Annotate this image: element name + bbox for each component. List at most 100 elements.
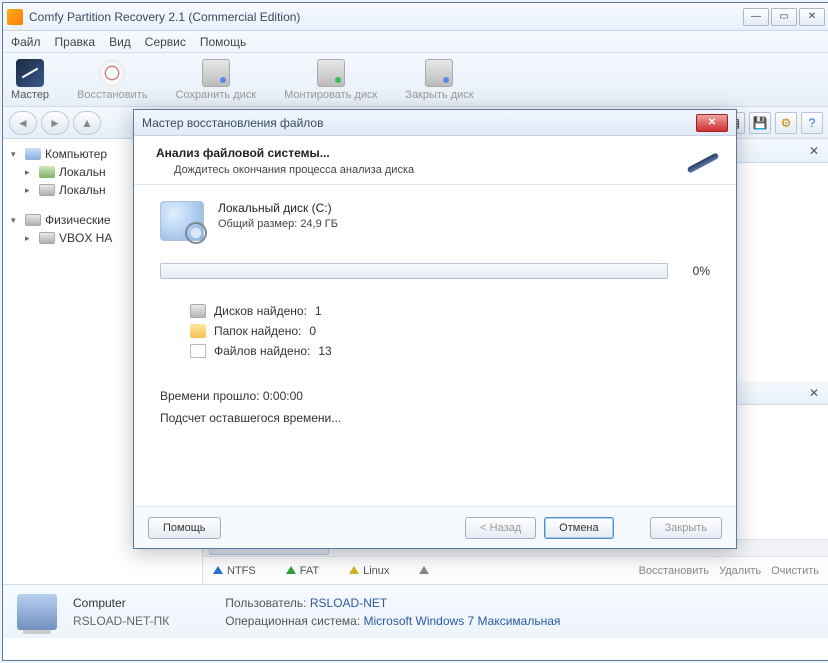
toolbar-close-disk: Закрыть диск — [405, 59, 473, 101]
collapse-icon: ▾ — [11, 149, 21, 160]
drive-icon — [39, 232, 55, 244]
nav-settings[interactable]: ⚙ — [775, 112, 797, 134]
disks-found-value: 1 — [315, 304, 322, 318]
files-found-label: Файлов найдено: — [214, 344, 310, 358]
window-title: Comfy Partition Recovery 2.1 (Commercial… — [29, 10, 743, 24]
stat-folders: Папок найдено: 0 — [190, 321, 710, 341]
drive-save-icon — [202, 59, 230, 87]
toolbar-recover: Восстановить — [77, 59, 147, 101]
wand-icon — [16, 59, 44, 87]
expand-icon: ▸ — [25, 233, 35, 244]
dialog-subheading: Дождитесь окончания процесса анализа дис… — [156, 164, 720, 176]
time-remaining: Подсчет оставшегося времени... — [160, 411, 710, 425]
minimize-button[interactable]: — — [743, 8, 769, 26]
nav-fwd[interactable]: ► — [41, 111, 69, 135]
nav-help[interactable]: ? — [801, 112, 823, 134]
statusbar: Computer RSLOAD-NET-ПК Пользователь: RSL… — [3, 584, 828, 638]
cancel-button[interactable]: Отмена — [544, 517, 613, 539]
status-computer-label: Computer — [73, 596, 169, 610]
drive-mount-icon — [317, 59, 345, 87]
tree-local1-label: Локальн — [59, 165, 106, 179]
close-preview-icon[interactable]: ✕ — [809, 144, 819, 158]
drive-size: Общий размер: 24,9 ГБ — [218, 218, 338, 230]
toolbar-wizard-label: Мастер — [11, 89, 49, 101]
legend-other — [419, 565, 433, 577]
close-options-icon[interactable]: ✕ — [809, 386, 819, 400]
maximize-button[interactable]: ▭ — [771, 8, 797, 26]
dialog-heading: Анализ файловой системы... — [156, 146, 720, 160]
drive-name: Локальный диск (C:) — [218, 201, 338, 215]
action-clear[interactable]: Очистить — [771, 565, 819, 577]
folder-icon — [190, 324, 206, 338]
computer-icon — [25, 148, 41, 160]
nav-save[interactable]: 💾 — [749, 112, 771, 134]
tree-physical-label: Физические — [45, 213, 111, 227]
legend-linux: Linux — [349, 565, 389, 577]
toolbar-wizard[interactable]: Мастер — [11, 59, 49, 101]
files-found-value: 13 — [318, 344, 331, 358]
drive-small-icon — [190, 304, 206, 318]
collapse-icon: ▾ — [11, 215, 21, 226]
dialog-title: Мастер восстановления файлов — [142, 116, 323, 130]
disks-found-label: Дисков найдено: — [214, 304, 307, 318]
menu-edit[interactable]: Правка — [55, 35, 96, 49]
dialog-titlebar: Мастер восстановления файлов ✕ — [134, 110, 736, 136]
status-user-value: RSLOAD-NET — [310, 596, 387, 610]
expand-icon: ▸ — [25, 185, 35, 196]
main-window: Comfy Partition Recovery 2.1 (Commercial… — [2, 2, 828, 661]
app-icon — [7, 9, 23, 25]
progress-percent: 0% — [680, 264, 710, 278]
stat-files: Файлов найдено: 13 — [190, 341, 710, 361]
time-elapsed-value: 0:00:00 — [263, 389, 303, 403]
toolbar-close-disk-label: Закрыть диск — [405, 89, 473, 101]
titlebar: Comfy Partition Recovery 2.1 (Commercial… — [3, 3, 828, 31]
drive-icon — [25, 214, 41, 226]
menu-view[interactable]: Вид — [109, 35, 131, 49]
status-os-value: Microsoft Windows 7 Максимальная — [364, 614, 561, 628]
menubar: Файл Правка Вид Сервис Помощь — [3, 31, 828, 53]
progress-bar — [160, 263, 668, 279]
status-os-label: Операционная система: — [225, 614, 360, 628]
close-button: Закрыть — [650, 517, 722, 539]
action-recover[interactable]: Восстановить — [639, 565, 709, 577]
toolbar-mount-disk: Монтировать диск — [284, 59, 377, 101]
dialog-close-button[interactable]: ✕ — [696, 114, 728, 132]
menu-file[interactable]: Файл — [11, 35, 41, 49]
help-button[interactable]: Помощь — [148, 517, 221, 539]
dialog-footer: Помощь < Назад Отмена Закрыть — [134, 506, 736, 548]
file-icon — [190, 344, 206, 358]
drive-close-icon — [425, 59, 453, 87]
toolbar-recover-label: Восстановить — [77, 89, 147, 101]
drive-icon — [39, 184, 55, 196]
toolbar: Мастер Восстановить Сохранить диск Монти… — [3, 53, 828, 107]
legend-fat: FAT — [286, 565, 319, 577]
folders-found-label: Папок найдено: — [214, 324, 301, 338]
close-window-button[interactable]: ✕ — [799, 8, 825, 26]
fs-legend: NTFS FAT Linux Восстановить Удалить Очис… — [203, 556, 828, 584]
nav-up[interactable]: ▲ — [73, 111, 101, 135]
wizard-dialog: Мастер восстановления файлов ✕ Анализ фа… — [133, 109, 737, 549]
dialog-body: Локальный диск (C:) Общий размер: 24,9 Г… — [134, 185, 736, 443]
toolbar-save-disk: Сохранить диск — [176, 59, 257, 101]
back-button: < Назад — [465, 517, 536, 539]
nav-back[interactable]: ◄ — [9, 111, 37, 135]
toolbar-save-disk-label: Сохранить диск — [176, 89, 257, 101]
toolbar-mount-disk-label: Монтировать диск — [284, 89, 377, 101]
legend-ntfs: NTFS — [213, 565, 256, 577]
expand-icon: ▸ — [25, 167, 35, 178]
dialog-header: Анализ файловой системы... Дождитесь око… — [134, 136, 736, 185]
tree-computer-label: Компьютер — [45, 147, 107, 161]
tree-local2-label: Локальн — [59, 183, 106, 197]
action-delete[interactable]: Удалить — [719, 565, 761, 577]
computer-large-icon — [17, 594, 57, 630]
menu-service[interactable]: Сервис — [145, 35, 186, 49]
local-disk-icon — [39, 166, 55, 178]
stat-disks: Дисков найдено: 1 — [190, 301, 710, 321]
menu-help[interactable]: Помощь — [200, 35, 246, 49]
scanning-drive-icon — [160, 201, 204, 241]
tree-vbox-label: VBOX HA — [59, 231, 112, 245]
time-elapsed: Времени прошло: 0:00:00 — [160, 389, 710, 403]
status-hostname: RSLOAD-NET-ПК — [73, 614, 169, 628]
lifering-icon — [98, 59, 126, 87]
folders-found-value: 0 — [309, 324, 316, 338]
